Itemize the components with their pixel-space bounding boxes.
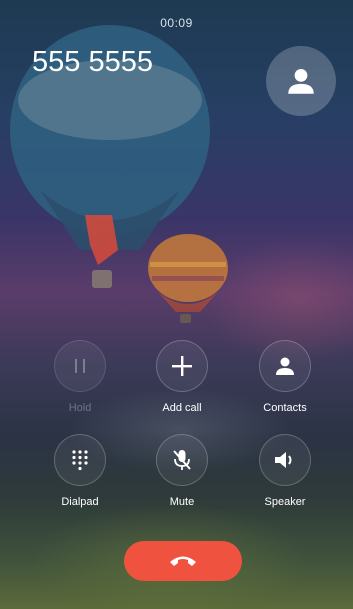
speaker-control[interactable]: Speaker (235, 434, 335, 508)
contact-avatar (266, 46, 336, 116)
dialpad-label: Dialpad (61, 496, 99, 508)
mute-control[interactable]: Mute (132, 434, 232, 508)
speaker-label: Speaker (264, 496, 306, 508)
call-timer: 00:09 (160, 16, 193, 30)
contacts-control[interactable]: Contacts (235, 340, 335, 414)
dialpad-button[interactable] (54, 434, 106, 486)
add-call-label: Add call (162, 402, 202, 414)
speaker-icon (275, 452, 292, 468)
hold-label: Hold (68, 402, 92, 414)
hold-control[interactable]: Hold (30, 340, 130, 414)
plus-icon (172, 356, 192, 376)
caller-number: 555 5555 (32, 46, 153, 78)
in-call-screen: 00:09 555 5555 Hold Add call Contacts Di… (0, 0, 353, 609)
contacts-button[interactable] (259, 340, 311, 392)
pause-icon (75, 359, 85, 373)
speaker-button[interactable] (259, 434, 311, 486)
dialpad-icon (72, 450, 88, 471)
end-call-button[interactable] (124, 541, 242, 581)
mic-off-icon (173, 450, 191, 470)
person-icon (276, 357, 294, 375)
hold-button[interactable] (54, 340, 106, 392)
dialpad-control[interactable]: Dialpad (30, 434, 130, 508)
phone-hangup-icon (170, 556, 196, 566)
mute-button[interactable] (156, 434, 208, 486)
contacts-label: Contacts (263, 402, 307, 414)
mute-label: Mute (169, 496, 195, 508)
add-call-control[interactable]: Add call (132, 340, 232, 414)
add-call-button[interactable] (156, 340, 208, 392)
person-icon (288, 68, 314, 94)
